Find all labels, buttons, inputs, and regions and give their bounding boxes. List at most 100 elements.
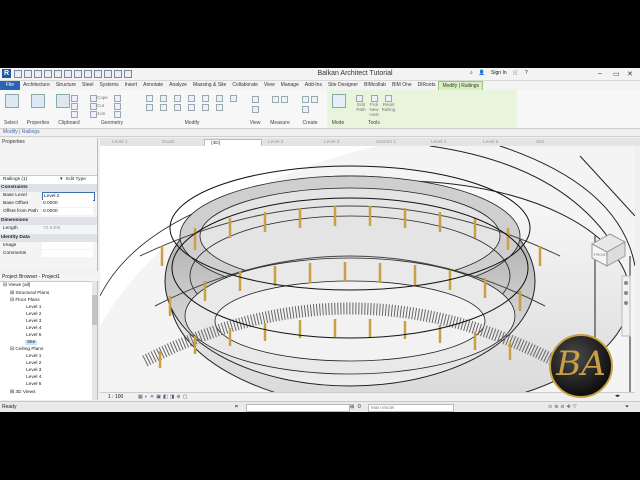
close-hidden-icon[interactable] (124, 70, 132, 78)
split-face-icon[interactable] (114, 103, 121, 110)
tree-item[interactable]: ⊟ Views (all) (3, 283, 30, 288)
tab-massing-site[interactable]: Massing & Site (190, 81, 229, 90)
delete-icon[interactable] (230, 95, 237, 102)
tab-modify-railings[interactable]: Modify | Railings (438, 80, 484, 91)
tab-systems[interactable]: Systems (96, 81, 121, 90)
create-group-icon[interactable] (302, 106, 309, 113)
tab-architecture[interactable]: Architecture (20, 81, 53, 90)
pick-new-host-icon[interactable] (371, 95, 378, 102)
app-logo-icon[interactable]: R (2, 69, 11, 78)
tab-insert[interactable]: Insert (122, 81, 141, 90)
tree-item[interactable]: Level 5 (26, 382, 41, 387)
edit-type-button[interactable]: Edit Type (66, 176, 86, 184)
view-scale[interactable]: 1 : 100 (108, 394, 123, 400)
image-field[interactable] (42, 242, 93, 249)
cut-icon[interactable] (71, 103, 78, 110)
redo-icon[interactable] (54, 70, 62, 78)
tree-item[interactable]: ⊟ Ceiling Plans (10, 347, 43, 352)
rotate-icon[interactable] (174, 104, 181, 111)
view-tab[interactable]: Level 2 (262, 139, 316, 146)
tab-view[interactable]: View (261, 81, 278, 90)
tree-item[interactable]: Level 2 (26, 312, 41, 317)
tab-file[interactable]: File (0, 81, 21, 90)
maximize-icon[interactable]: ▭ (613, 70, 620, 78)
tree-item-selected[interactable]: Site (25, 340, 38, 345)
tab-steel[interactable]: Steel (79, 81, 96, 90)
tree-item[interactable]: Level 3 (26, 319, 41, 324)
align-icon[interactable] (146, 95, 153, 102)
tree-item[interactable]: Level 4 (26, 375, 41, 380)
tree-item[interactable]: ⊞ Structural Plans (10, 291, 49, 296)
view-tab[interactable]: Level 5 (477, 139, 529, 146)
cart-icon[interactable]: 🛒 (513, 70, 519, 76)
mirror-axis-icon[interactable] (174, 95, 181, 102)
tab-annotate[interactable]: Annotate (140, 81, 166, 90)
tab-add-ins[interactable]: Add-Ins (302, 81, 325, 90)
mirror-draw-icon[interactable] (188, 95, 195, 102)
reset-railing-icon[interactable] (385, 95, 392, 102)
design-option-dropdown[interactable]: Main Model (368, 404, 454, 412)
trim-icon[interactable] (188, 104, 195, 111)
selection-filter-icons[interactable]: ⊙⊕⊘✥▽ (548, 402, 579, 412)
paint-icon[interactable] (114, 111, 121, 118)
tab-structure[interactable]: Structure (53, 81, 79, 90)
property-row[interactable]: Offset from Path 0.0000 (0, 208, 97, 216)
3d-view-icon[interactable] (94, 70, 102, 78)
property-row[interactable]: Comments (0, 250, 97, 258)
user-icon[interactable]: 👤 (479, 70, 485, 76)
section-dimensions[interactable]: Dimensions (0, 217, 97, 225)
pin-icon[interactable] (216, 95, 223, 102)
override-graphics-icon[interactable] (252, 106, 259, 113)
property-row[interactable]: Base Offset 0.0000 (0, 200, 97, 208)
view-tab[interactable]: Level 4 (425, 139, 477, 146)
tree-item[interactable]: Level 1 (26, 354, 41, 359)
tree-item[interactable]: ⊟ Floor Plans (10, 298, 40, 303)
copy-icon[interactable] (71, 95, 78, 102)
tab-bim-one[interactable]: BIM One (389, 81, 415, 90)
thin-lines-icon[interactable] (114, 70, 122, 78)
dimension-icon[interactable] (281, 96, 288, 103)
property-row[interactable]: Image (0, 242, 97, 250)
text-icon[interactable] (84, 70, 92, 78)
filter-funnel-icon[interactable]: ⏷ (625, 402, 629, 412)
edit-path-icon[interactable] (332, 94, 346, 108)
section-constraints[interactable]: Constraints (0, 184, 97, 192)
close-icon[interactable]: ✕ (627, 70, 633, 78)
horizontal-scrollbar[interactable]: ◂▸ (615, 393, 620, 399)
base-offset-field[interactable]: 0.0000 (42, 200, 93, 207)
print-icon[interactable] (64, 70, 72, 78)
cut-geometry-icon[interactable] (90, 103, 97, 110)
sign-in-link[interactable]: Sign In (491, 70, 507, 76)
scale-icon[interactable] (216, 104, 223, 111)
open-icon[interactable] (14, 70, 22, 78)
tree-item[interactable]: Level 3 (26, 368, 41, 373)
view-tab[interactable]: Section 1 (370, 139, 426, 146)
view-tab[interactable]: South (156, 139, 206, 146)
match-properties-icon[interactable] (71, 111, 78, 118)
paste-icon[interactable] (56, 94, 70, 108)
dropdown-icon[interactable]: ▾ (60, 176, 62, 184)
join-icon[interactable] (90, 111, 97, 118)
tree-item[interactable]: ⊞ 3D Views (10, 390, 36, 395)
view-tab[interactable]: Level 3 (318, 139, 370, 146)
pick-host-icon[interactable] (356, 95, 363, 102)
measure-tool-icon[interactable] (272, 96, 279, 103)
tab-site-designer[interactable]: Site Designer (325, 81, 361, 90)
minimize-icon[interactable]: – (598, 70, 602, 77)
property-row[interactable]: Length 72.5409 (0, 225, 97, 233)
tab-analyze[interactable]: Analyze (166, 81, 190, 90)
tab-bimcollab[interactable]: BIMcollab (361, 81, 389, 90)
array-icon[interactable] (202, 104, 209, 111)
copy-element-icon[interactable] (160, 104, 167, 111)
help-icon[interactable]: ? (525, 70, 528, 76)
hide-in-view-icon[interactable] (252, 96, 259, 103)
undo-icon[interactable] (44, 70, 52, 78)
workset-dropdown[interactable] (246, 404, 350, 412)
filter-icon[interactable]: ⊞ (350, 402, 354, 412)
browser-scrollbar[interactable] (92, 281, 97, 400)
browser-scroll-thumb[interactable] (92, 295, 97, 325)
save-icon[interactable] (24, 70, 32, 78)
view-tab[interactable]: Site (530, 139, 576, 146)
section-identity-data[interactable]: Identity Data (0, 234, 97, 242)
tree-item[interactable]: Level 4 (26, 326, 41, 331)
